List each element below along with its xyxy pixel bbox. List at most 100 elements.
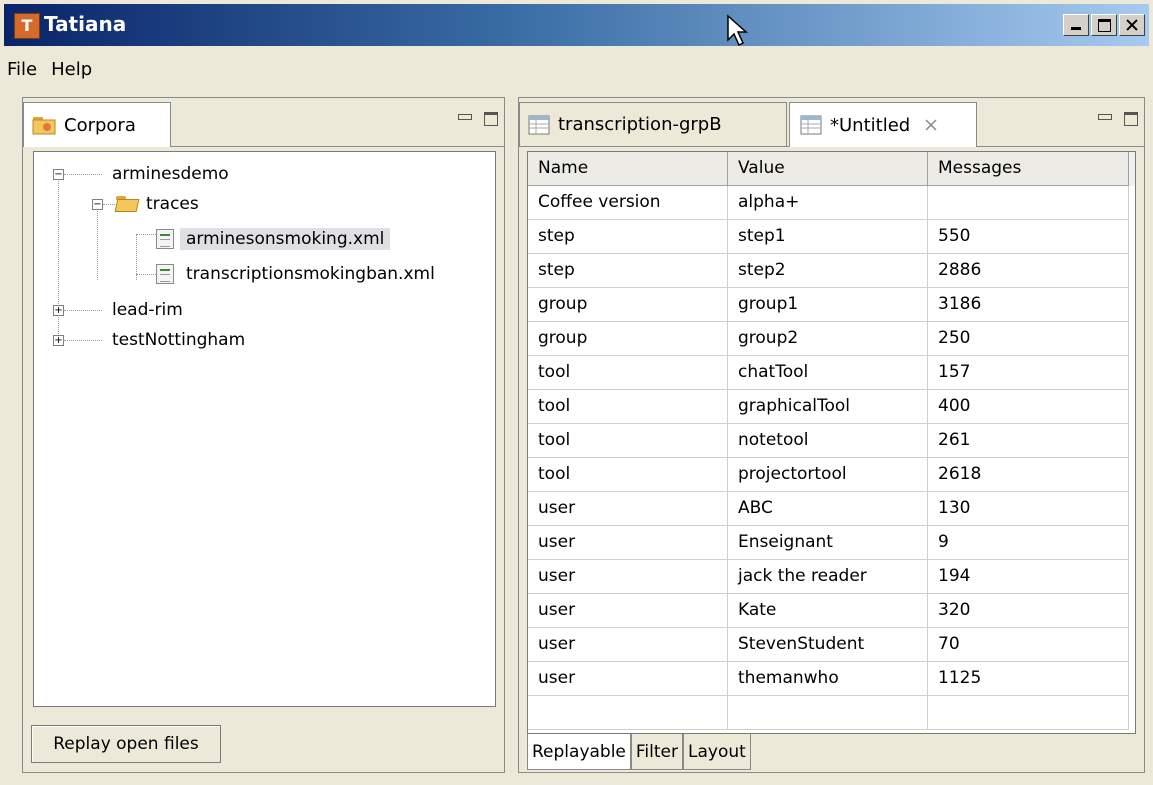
- column-header-name[interactable]: Name: [528, 152, 728, 186]
- cell-value[interactable]: Kate: [728, 594, 928, 628]
- collapse-traces-icon[interactable]: −: [92, 199, 103, 210]
- cell-name[interactable]: step: [528, 220, 728, 254]
- cell-value[interactable]: group2: [728, 322, 928, 356]
- table-row[interactable]: group group2 250: [528, 322, 1135, 356]
- tab-filter[interactable]: Filter: [630, 734, 683, 770]
- cell-messages[interactable]: 70: [928, 628, 1129, 662]
- cell-value[interactable]: themanwho: [728, 662, 928, 696]
- tree-item-arminesonsmoking[interactable]: arminesonsmoking.xml: [156, 224, 391, 254]
- cell-messages[interactable]: 194: [928, 560, 1129, 594]
- cell-value[interactable]: ABC: [728, 492, 928, 526]
- maximize-button[interactable]: [1091, 14, 1117, 36]
- cell-name[interactable]: tool: [528, 458, 728, 492]
- replay-open-files-button[interactable]: Replay open files: [31, 725, 221, 763]
- cell-name[interactable]: [528, 696, 728, 730]
- table-header: Name Value Messages: [528, 152, 1135, 186]
- table-row[interactable]: tool graphicalTool 400: [528, 390, 1135, 424]
- cell-messages[interactable]: [928, 696, 1129, 730]
- cell-name[interactable]: step: [528, 254, 728, 288]
- table-row[interactable]: user ABC 130: [528, 492, 1135, 526]
- tab-transcription-grpb[interactable]: transcription-grpB: [519, 102, 787, 146]
- tree-item-traces[interactable]: traces: [116, 189, 199, 219]
- column-header-messages[interactable]: Messages: [928, 152, 1129, 186]
- table-row[interactable]: step step1 550: [528, 220, 1135, 254]
- table-row[interactable]: user jack the reader 194: [528, 560, 1135, 594]
- collapse-arminesdemo-icon[interactable]: −: [53, 169, 64, 180]
- cell-name[interactable]: user: [528, 492, 728, 526]
- cell-messages[interactable]: 9: [928, 526, 1129, 560]
- title-bar[interactable]: T Tatiana: [4, 4, 1149, 46]
- cell-name[interactable]: tool: [528, 424, 728, 458]
- tab-replayable[interactable]: Replayable: [527, 734, 631, 770]
- table-row[interactable]: tool chatTool 157: [528, 356, 1135, 390]
- tree-item-transcriptionsmokingban[interactable]: transcriptionsmokingban.xml: [156, 259, 435, 289]
- table-row[interactable]: tool projectortool 2618: [528, 458, 1135, 492]
- tree-item-lead-rim[interactable]: lead-rim: [112, 295, 183, 325]
- cell-messages[interactable]: 2618: [928, 458, 1129, 492]
- tree-item-testnottingham[interactable]: testNottingham: [112, 325, 245, 355]
- cell-value[interactable]: notetool: [728, 424, 928, 458]
- cell-value[interactable]: alpha+: [728, 186, 928, 220]
- menu-file[interactable]: File: [0, 56, 44, 84]
- table-row[interactable]: user Kate 320: [528, 594, 1135, 628]
- panel-maximize-icon[interactable]: [1124, 112, 1138, 126]
- close-window-button[interactable]: [1119, 14, 1145, 36]
- table-row[interactable]: [528, 696, 1135, 730]
- menu-help[interactable]: Help: [44, 56, 99, 84]
- cell-messages[interactable]: 2886: [928, 254, 1129, 288]
- cell-value[interactable]: StevenStudent: [728, 628, 928, 662]
- table-row[interactable]: group group1 3186: [528, 288, 1135, 322]
- cell-name[interactable]: tool: [528, 390, 728, 424]
- panel-maximize-icon[interactable]: [484, 112, 498, 126]
- cell-messages[interactable]: 250: [928, 322, 1129, 356]
- cell-name[interactable]: group: [528, 322, 728, 356]
- cell-name[interactable]: user: [528, 560, 728, 594]
- expand-lead-rim-icon[interactable]: +: [53, 305, 64, 316]
- cell-name[interactable]: tool: [528, 356, 728, 390]
- mouse-cursor-icon: [727, 14, 748, 47]
- cell-value[interactable]: group1: [728, 288, 928, 322]
- table-row[interactable]: user themanwho 1125: [528, 662, 1135, 696]
- cell-messages[interactable]: 3186: [928, 288, 1129, 322]
- cell-value[interactable]: step1: [728, 220, 928, 254]
- cell-value[interactable]: projectortool: [728, 458, 928, 492]
- cell-messages[interactable]: 1125: [928, 662, 1129, 696]
- xml-file-icon: [156, 229, 174, 249]
- cell-messages[interactable]: 130: [928, 492, 1129, 526]
- expand-testnottingham-icon[interactable]: +: [53, 335, 64, 346]
- tab-layout[interactable]: Layout: [683, 734, 751, 770]
- column-header-value[interactable]: Value: [728, 152, 928, 186]
- tab-corpora[interactable]: Corpora: [23, 102, 171, 147]
- panel-minimize-icon[interactable]: [1098, 114, 1112, 120]
- properties-table[interactable]: Name Value Messages Coffee version alpha+…: [527, 151, 1136, 734]
- cell-value[interactable]: graphicalTool: [728, 390, 928, 424]
- cell-messages[interactable]: 400: [928, 390, 1129, 424]
- cell-messages[interactable]: 320: [928, 594, 1129, 628]
- cell-value[interactable]: Enseignant: [728, 526, 928, 560]
- cell-messages[interactable]: [928, 186, 1129, 220]
- cell-messages[interactable]: 261: [928, 424, 1129, 458]
- cell-name[interactable]: user: [528, 628, 728, 662]
- table-row[interactable]: user Enseignant 9: [528, 526, 1135, 560]
- table-row[interactable]: Coffee version alpha+: [528, 186, 1135, 220]
- cell-value[interactable]: [728, 696, 928, 730]
- cell-messages[interactable]: 550: [928, 220, 1129, 254]
- close-tab-icon[interactable]: [924, 118, 938, 132]
- table-row[interactable]: step step2 2886: [528, 254, 1135, 288]
- tree-item-arminesdemo[interactable]: arminesdemo: [112, 159, 229, 189]
- cell-name[interactable]: user: [528, 526, 728, 560]
- corpora-tree[interactable]: − arminesdemo − traces arminesonsmoking.…: [33, 151, 496, 707]
- table-row[interactable]: user StevenStudent 70: [528, 628, 1135, 662]
- minimize-button[interactable]: [1063, 14, 1089, 36]
- cell-name[interactable]: user: [528, 662, 728, 696]
- cell-value[interactable]: jack the reader: [728, 560, 928, 594]
- tab-untitled[interactable]: *Untitled: [789, 102, 977, 147]
- cell-name[interactable]: group: [528, 288, 728, 322]
- panel-minimize-icon[interactable]: [458, 114, 472, 120]
- cell-value[interactable]: step2: [728, 254, 928, 288]
- cell-name[interactable]: user: [528, 594, 728, 628]
- cell-value[interactable]: chatTool: [728, 356, 928, 390]
- cell-name[interactable]: Coffee version: [528, 186, 728, 220]
- cell-messages[interactable]: 157: [928, 356, 1129, 390]
- table-row[interactable]: tool notetool 261: [528, 424, 1135, 458]
